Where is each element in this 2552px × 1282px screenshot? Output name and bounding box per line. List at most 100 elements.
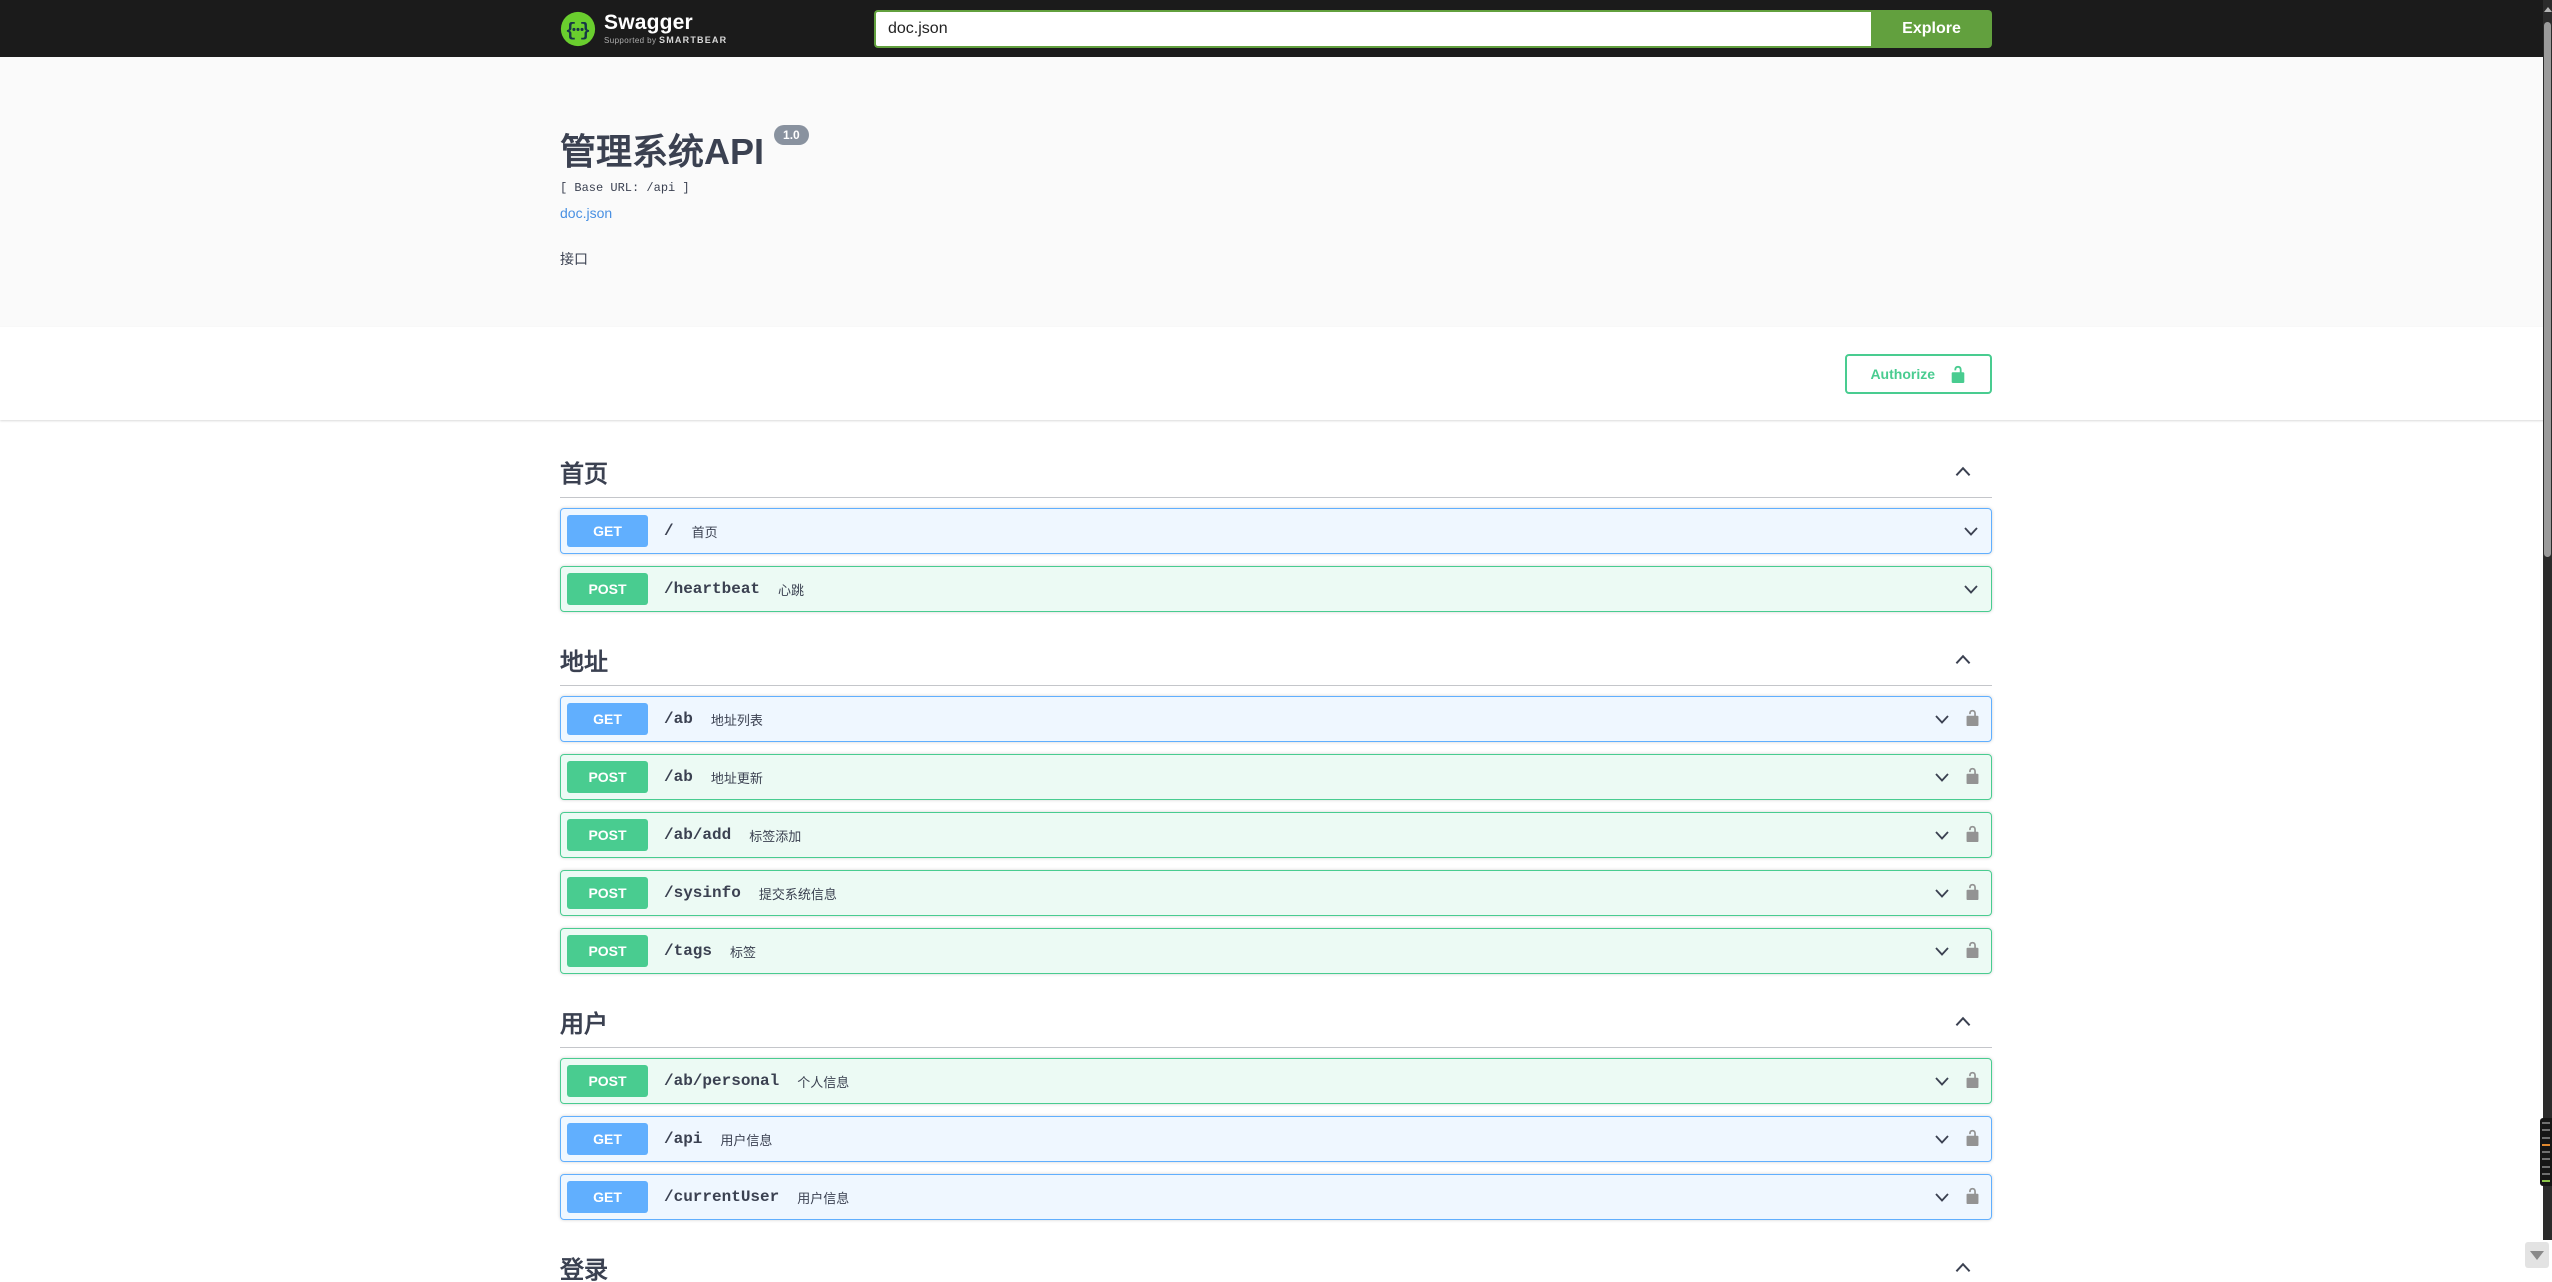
collapse-section-button[interactable]: [1952, 1011, 1974, 1033]
auth-lock-button[interactable]: [1964, 825, 1981, 845]
base-url: [ Base URL: /api ]: [560, 181, 690, 195]
method-badge: GET: [567, 1123, 648, 1155]
section-operations: POST/ab/personal 个人信息 GET/api 用户信息 GET/curre…: [560, 1058, 1992, 1220]
endpoint-summary: 地址更新: [710, 770, 763, 786]
expand-operation-button[interactable]: [1961, 579, 1981, 599]
spec-json-link[interactable]: doc.json: [560, 205, 612, 221]
endpoint-path: /: [664, 522, 674, 540]
section-title: 用户: [560, 1011, 608, 1038]
method-badge: POST: [567, 1065, 648, 1097]
logo-wordmark: Swagger: [604, 11, 693, 34]
method-badge: POST: [567, 819, 648, 851]
browser-scrollbar[interactable]: [2543, 0, 2552, 1240]
api-title: 管理系统API 1.0: [560, 123, 1992, 175]
explore-button[interactable]: Explore: [1871, 9, 1992, 48]
method-badge: POST: [567, 573, 648, 605]
api-section: 登录POST/login登录POST/login/outLogin退出登录: [560, 1242, 1992, 1282]
scrollbar-up-arrow[interactable]: [2543, 7, 2552, 12]
endpoint-path: /ab: [664, 768, 693, 786]
endpoint-summary: 标签添加: [749, 828, 802, 844]
unlocked-padlock-icon: [1964, 709, 1981, 729]
topbar: { } Swagger Supported by SMARTBEAR Explo…: [0, 0, 2552, 57]
operation-row-post[interactable]: POST/ab 地址更新: [560, 754, 1992, 800]
auth-lock-button[interactable]: [1964, 1187, 1981, 1207]
auth-lock-button[interactable]: [1964, 1071, 1981, 1091]
expand-operation-button[interactable]: [1932, 941, 1952, 961]
endpoint-summary: 用户信息: [720, 1132, 773, 1148]
authorize-label: Authorize: [1870, 365, 1935, 382]
endpoint-summary: 提交系统信息: [758, 886, 837, 902]
endpoint-path: /ab/personal: [664, 1072, 780, 1090]
method-badge: POST: [567, 935, 648, 967]
unlocked-padlock-icon: [1964, 1129, 1981, 1149]
scrollbar-minimap-marker: [2540, 1118, 2552, 1186]
endpoint-summary: 心跳: [778, 582, 805, 598]
authorize-button[interactable]: Authorize: [1845, 353, 1992, 394]
endpoint-path: /currentUser: [664, 1188, 780, 1206]
operations-list: 首页 GET / 首页 POST/heartbeat 心跳地址 GET/ab 地址列表 POST…: [560, 446, 1992, 1282]
section-operations: GET/ab 地址列表 POST/ab 地址更新 POST/ab/add 标签添加 POST…: [560, 696, 1992, 974]
section-header[interactable]: 首页: [560, 446, 1992, 498]
auth-lock-button[interactable]: [1964, 883, 1981, 903]
scheme-container: Authorize: [0, 327, 2552, 420]
api-description: 接口: [560, 251, 588, 267]
spec-url-form: Explore: [874, 9, 1992, 48]
expand-operation-button[interactable]: [1932, 825, 1952, 845]
unlocked-padlock-icon: [1964, 767, 1981, 787]
operation-row-get[interactable]: GET/currentUser 用户信息: [560, 1174, 1992, 1220]
endpoint-summary: 用户信息: [797, 1190, 850, 1206]
scroll-down-button[interactable]: [2525, 1242, 2549, 1268]
endpoint-summary: 个人信息: [797, 1074, 850, 1090]
section-header[interactable]: 地址: [560, 634, 1992, 686]
logo-tagline: Supported by SMARTBEAR: [604, 35, 728, 45]
collapse-section-button[interactable]: [1952, 1257, 1974, 1279]
endpoint-path: /heartbeat: [664, 580, 761, 598]
collapse-section-button[interactable]: [1952, 649, 1974, 671]
expand-operation-button[interactable]: [1961, 521, 1981, 541]
auth-lock-button[interactable]: [1964, 767, 1981, 787]
auth-lock-button[interactable]: [1964, 1129, 1981, 1149]
api-section: 首页 GET / 首页 POST/heartbeat 心跳: [560, 446, 1992, 612]
expand-operation-button[interactable]: [1932, 883, 1952, 903]
method-badge: GET: [567, 703, 648, 735]
swagger-logo[interactable]: { } Swagger Supported by SMARTBEAR: [560, 11, 727, 47]
expand-operation-button[interactable]: [1932, 767, 1952, 787]
auth-lock-button[interactable]: [1964, 941, 1981, 961]
api-section: 用户 POST/ab/personal 个人信息 GET/api 用户信息 GET/cur…: [560, 996, 1992, 1220]
api-title-text: 管理系统API: [560, 131, 765, 172]
operation-row-post[interactable]: POST/sysinfo 提交系统信息: [560, 870, 1992, 916]
expand-operation-button[interactable]: [1932, 1187, 1952, 1207]
operation-row-post[interactable]: POST/ab/add 标签添加: [560, 812, 1992, 858]
unlocked-padlock-icon: [1964, 1187, 1981, 1207]
api-section: 地址 GET/ab 地址列表 POST/ab 地址更新 POST/ab/add 标签添加 PO…: [560, 634, 1992, 974]
unlocked-padlock-icon: [1951, 365, 1965, 383]
operation-row-post[interactable]: POST/ab/personal 个人信息: [560, 1058, 1992, 1104]
spec-url-input[interactable]: [874, 9, 1871, 48]
auth-lock-button[interactable]: [1964, 709, 1981, 729]
unlocked-padlock-icon: [1964, 1071, 1981, 1091]
operations-area: 首页 GET / 首页 POST/heartbeat 心跳地址 GET/ab 地址列表 POST…: [0, 420, 2552, 1282]
api-info-section: 管理系统API 1.0 [ Base URL: /api ] doc.json …: [0, 57, 2552, 327]
expand-operation-button[interactable]: [1932, 1129, 1952, 1149]
section-title: 首页: [560, 461, 608, 488]
method-badge: POST: [567, 761, 648, 793]
expand-operation-button[interactable]: [1932, 709, 1952, 729]
endpoint-path: /ab/add: [664, 826, 732, 844]
operation-row-post[interactable]: POST/tags 标签: [560, 928, 1992, 974]
scrollbar-thumb[interactable]: [2544, 22, 2551, 557]
endpoint-path: /tags: [664, 942, 713, 960]
down-triangle-icon: [2530, 1250, 2544, 1260]
section-header[interactable]: 用户: [560, 996, 1992, 1048]
operation-row-get[interactable]: GET/api 用户信息: [560, 1116, 1992, 1162]
collapse-section-button[interactable]: [1952, 461, 1974, 483]
section-title: 地址: [560, 649, 608, 676]
expand-operation-button[interactable]: [1932, 1071, 1952, 1091]
operation-row-get[interactable]: GET / 首页: [560, 508, 1992, 554]
operation-row-post[interactable]: POST/heartbeat 心跳: [560, 566, 1992, 612]
swagger-logo-icon: { }: [560, 11, 596, 46]
section-operations: GET / 首页 POST/heartbeat 心跳: [560, 508, 1992, 612]
operation-row-get[interactable]: GET/ab 地址列表: [560, 696, 1992, 742]
endpoint-summary: 标签: [730, 944, 757, 960]
method-badge: POST: [567, 877, 648, 909]
section-header[interactable]: 登录: [560, 1242, 1992, 1282]
